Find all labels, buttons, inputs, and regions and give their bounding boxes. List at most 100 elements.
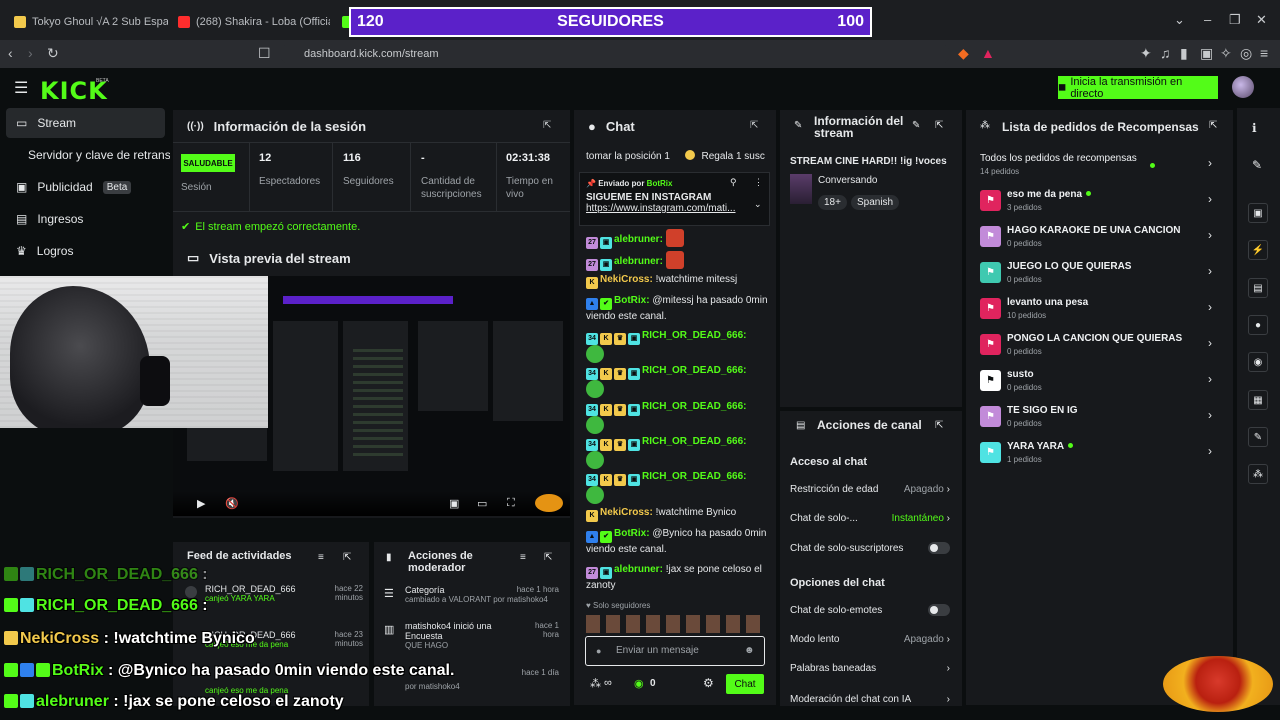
- wrench-icon[interactable]: ✎: [1248, 427, 1268, 447]
- browser-tab-active[interactable]: [334, 8, 350, 36]
- back-icon[interactable]: ‹: [8, 45, 13, 61]
- chat-message[interactable]: ▲ ✔ BotRix: @Bynico ha pasado 0min viendo …: [586, 527, 772, 557]
- filter-icon[interactable]: ≡: [520, 552, 526, 563]
- play-icon[interactable]: ▶: [197, 497, 205, 510]
- maximize-icon[interactable]: ❐: [1229, 12, 1241, 28]
- chat-message[interactable]: 27 ▣ alebruner:: [586, 251, 772, 271]
- chat-message[interactable]: 34 K ♛ ▣ RICH_OR_DEAD_666:: [586, 470, 772, 504]
- chevron-down-icon[interactable]: ⌄: [754, 199, 762, 210]
- expand-icon[interactable]: ⇱: [935, 120, 943, 131]
- minimize-icon[interactable]: –: [1204, 12, 1211, 27]
- chat-username[interactable]: RICH_OR_DEAD_666:: [642, 365, 746, 376]
- category-name[interactable]: Conversando: [818, 175, 877, 186]
- chat-message[interactable]: 27 ▣ alebruner: !jax se pone celoso el zan…: [586, 563, 772, 593]
- chat-message[interactable]: ▲ ✔ BotRix: @mitessj ha pasado 0min viendo…: [586, 294, 772, 324]
- pinned-link[interactable]: https://www.instagram.com/mati...: [586, 203, 746, 214]
- chat-username[interactable]: BotRix:: [614, 528, 650, 539]
- expand-icon[interactable]: ⇱: [343, 552, 351, 563]
- chat-username[interactable]: NekiCross:: [600, 274, 653, 285]
- reward-item[interactable]: ⚑ susto 0 pedidos ›: [980, 367, 1220, 397]
- reward-item[interactable]: ⚑ JUEGO LO QUE QUIERAS 0 pedidos ›: [980, 259, 1220, 289]
- rewards-icon[interactable]: ▲: [981, 45, 995, 61]
- chat-input[interactable]: ● Enviar un mensaje ☻: [585, 636, 765, 666]
- reward-item[interactable]: ⚑ HAGO KARAOKE DE UNA CANCION 0 pedidos …: [980, 223, 1220, 253]
- chat-username[interactable]: NekiCross:: [600, 507, 653, 518]
- reload-icon[interactable]: ↻: [47, 45, 59, 62]
- broadcast-icon[interactable]: ◉: [1248, 352, 1268, 372]
- chat-username[interactable]: BotRix:: [614, 295, 650, 306]
- address-bar[interactable]: dashboard.kick.com/stream: [280, 44, 950, 64]
- extensions-icon[interactable]: ✦: [1140, 45, 1152, 62]
- rewards-icon[interactable]: ⁂: [1248, 464, 1268, 484]
- pinned-message[interactable]: 📌 Enviado por BotRix SIGUEME EN INSTAGRA…: [579, 172, 770, 226]
- toggle-switch[interactable]: [928, 604, 950, 616]
- fullscreen-icon[interactable]: ⛶: [507, 497, 515, 510]
- more-icon[interactable]: ⋮: [754, 177, 763, 188]
- sidebar-item-server-key[interactable]: Servidor y clave de retransm: [18, 140, 170, 170]
- send-chat-button[interactable]: Chat: [726, 674, 764, 694]
- infinity-icon[interactable]: ∞: [604, 677, 612, 689]
- rewards-all-row[interactable]: Todos los pedidos de recompensas 14 pedi…: [980, 151, 1220, 181]
- chat-username[interactable]: alebruner:: [614, 256, 663, 267]
- pip-icon[interactable]: ▣: [449, 497, 459, 510]
- reward-item[interactable]: ⚑ eso me da pena 3 pedidos ›: [980, 187, 1220, 217]
- mute-icon[interactable]: 🔇: [225, 497, 239, 510]
- unpin-icon[interactable]: ⚲: [730, 177, 737, 188]
- sidebar-item-revenue[interactable]: ▤ Ingresos: [6, 204, 165, 234]
- brave-shield-icon[interactable]: ◆: [958, 45, 969, 62]
- chat-message[interactable]: 34 K ♛ ▣ RICH_OR_DEAD_666:: [586, 329, 772, 363]
- edit-icon[interactable]: ✎: [1252, 158, 1262, 172]
- expand-icon[interactable]: ⇱: [1209, 120, 1217, 131]
- avatar[interactable]: [1232, 76, 1254, 98]
- expand-icon[interactable]: ⇱: [543, 120, 551, 131]
- expand-icon[interactable]: ⇱: [750, 120, 758, 131]
- chat-message[interactable]: 34 K ♛ ▣ RICH_OR_DEAD_666:: [586, 364, 772, 398]
- close-icon[interactable]: ✕: [1256, 12, 1267, 28]
- browser-tab[interactable]: (268) Shakira - Loba (Official HD Vid: [170, 8, 330, 36]
- chat-message[interactable]: 34 K ♛ ▣ RICH_OR_DEAD_666:: [586, 435, 772, 469]
- reward-item[interactable]: ⚑ levanto una pesa 10 pedidos ›: [980, 295, 1220, 325]
- sidebar-item-stream[interactable]: ▭ Stream: [6, 108, 165, 138]
- screen-icon[interactable]: ▣: [1248, 203, 1268, 223]
- chat-username[interactable]: RICH_OR_DEAD_666:: [642, 436, 746, 447]
- sidebar-item-ads[interactable]: ▣ Publicidad Beta: [6, 172, 165, 202]
- chat-username[interactable]: RICH_OR_DEAD_666:: [642, 401, 746, 412]
- expand-icon[interactable]: ⇱: [935, 420, 943, 431]
- setting-ai-moderation[interactable]: Moderación del chat con IA ›: [790, 694, 950, 704]
- chat-username[interactable]: RICH_OR_DEAD_666:: [642, 471, 746, 482]
- server-icon[interactable]: ▦: [1248, 390, 1268, 410]
- chat-username[interactable]: RICH_OR_DEAD_666:: [642, 330, 746, 341]
- setting-age-restriction[interactable]: Restricción de edad Apagado ›: [790, 484, 950, 495]
- reward-item[interactable]: ⚑ PONGO LA CANCION QUE QUIERAS 0 pedidos…: [980, 331, 1220, 361]
- setting-slow-mode[interactable]: Modo lento Apagado ›: [790, 634, 950, 645]
- expand-icon[interactable]: ⇱: [544, 552, 552, 563]
- chat-message[interactable]: 34 K ♛ ▣ RICH_OR_DEAD_666:: [586, 400, 772, 434]
- sidebar-icon[interactable]: ▮: [1180, 45, 1188, 62]
- sidebar-item-achievements[interactable]: ♛ Logros: [6, 236, 165, 266]
- chat-username[interactable]: alebruner:: [614, 564, 663, 575]
- wallet-icon[interactable]: ▣: [1200, 45, 1213, 62]
- theater-icon[interactable]: ▭: [477, 497, 487, 510]
- category-thumbnail[interactable]: [790, 174, 812, 204]
- chat-message[interactable]: K NekiCross: !watchtime mitessj: [586, 273, 772, 289]
- settings-dots-icon[interactable]: ⁂: [590, 677, 601, 690]
- tab-list-chevron-icon[interactable]: ⌄: [1174, 12, 1185, 28]
- setting-subs-only[interactable]: Chat de solo-suscriptores: [790, 542, 950, 554]
- menu-icon[interactable]: ≡: [1260, 45, 1268, 61]
- vpn-icon[interactable]: ◎: [1240, 45, 1252, 62]
- hamburger-menu-icon[interactable]: ☰: [14, 78, 28, 98]
- media-icon[interactable]: ♫: [1160, 45, 1171, 61]
- chat-username[interactable]: alebruner:: [614, 234, 663, 245]
- setting-banned-words[interactable]: Palabras baneadas ›: [790, 663, 950, 674]
- info-icon[interactable]: ℹ: [1252, 121, 1257, 135]
- chat-message[interactable]: 27 ▣ alebruner:: [586, 229, 772, 249]
- setting-emote-only[interactable]: Chat de solo-emotes: [790, 604, 950, 616]
- setting-followers-only[interactable]: Chat de solo-... Instantáneo ›: [790, 513, 950, 524]
- toggle-switch[interactable]: [928, 542, 950, 554]
- browser-tab[interactable]: Tokyo Ghoul √A 2 Sub Español Onlin: [6, 8, 168, 36]
- emote-bar[interactable]: [586, 615, 766, 633]
- kicks-icon[interactable]: ◉: [634, 677, 644, 690]
- leo-icon[interactable]: ✧: [1220, 45, 1232, 62]
- emoji-icon[interactable]: ☻: [744, 637, 755, 665]
- filter-icon[interactable]: ≡: [318, 552, 324, 563]
